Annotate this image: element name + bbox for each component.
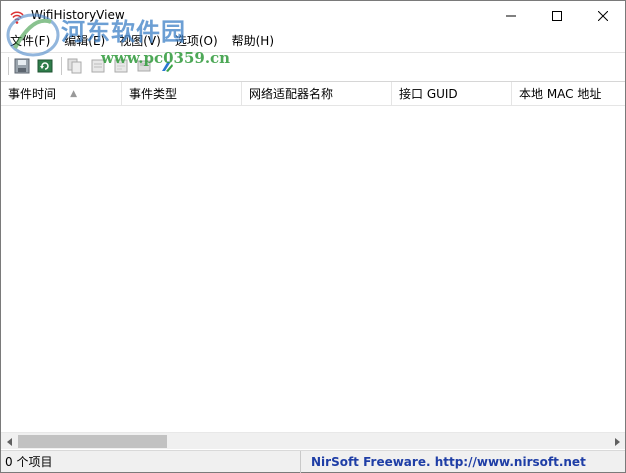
status-bar: 0 个项目 NirSoft Freeware. http://www.nirso…: [1, 450, 625, 473]
menu-file[interactable]: 文件(F): [3, 31, 57, 51]
toolbar: [1, 52, 625, 79]
column-label: 接口 GUID: [399, 87, 458, 101]
html-report-button[interactable]: [111, 56, 131, 76]
title-bar[interactable]: WifiHistoryView: [1, 1, 625, 31]
close-icon: [598, 11, 608, 21]
chevron-left-icon: [6, 437, 12, 446]
item-count: 0 个项目: [1, 450, 301, 473]
refresh-icon: [37, 59, 53, 73]
minimize-icon: [506, 15, 516, 17]
maximize-button[interactable]: [534, 1, 580, 31]
scroll-thumb[interactable]: [18, 435, 167, 448]
exit-button[interactable]: [157, 56, 177, 76]
horizontal-scrollbar[interactable]: [1, 432, 625, 449]
copy-button[interactable]: [65, 56, 85, 76]
toolbar-separator: [61, 57, 62, 75]
save-icon: [14, 58, 30, 74]
menu-bar: 文件(F) 编辑(E) 视图(V) 选项(O) 帮助(H): [1, 31, 625, 51]
options-button[interactable]: [134, 56, 154, 76]
menu-edit[interactable]: 编辑(E): [57, 31, 112, 51]
event-list[interactable]: 事件时间 ▲ 事件类型 网络适配器名称 接口 GUID 本地 MAC 地址: [1, 81, 625, 432]
html-report-icon: [114, 59, 128, 73]
save-button[interactable]: [12, 56, 32, 76]
menu-view[interactable]: 视图(V): [112, 31, 168, 51]
exit-icon: [162, 61, 173, 72]
column-label: 网络适配器名称: [249, 87, 334, 101]
properties-button[interactable]: [88, 56, 108, 76]
minimize-button[interactable]: [488, 1, 534, 31]
maximize-icon: [552, 11, 562, 21]
column-label: 本地 MAC 地址: [519, 87, 602, 101]
menu-options[interactable]: 选项(O): [168, 31, 225, 51]
window-title: WifiHistoryView: [31, 8, 125, 22]
app-window: WifiHistoryView 文件(F) 编辑(E) 视图(V) 选项(O) …: [0, 0, 626, 473]
refresh-button[interactable]: [35, 56, 55, 76]
options-icon: [137, 60, 151, 72]
toolbar-separator: [8, 57, 9, 75]
column-label: 事件类型: [129, 87, 178, 101]
list-header: 事件时间 ▲ 事件类型 网络适配器名称 接口 GUID 本地 MAC 地址: [1, 82, 625, 106]
sort-ascending-icon: ▲: [70, 89, 77, 99]
properties-icon: [91, 59, 105, 73]
close-button[interactable]: [580, 1, 626, 31]
column-header-event-type[interactable]: 事件类型: [122, 82, 242, 106]
copy-icon: [67, 58, 82, 74]
nirsoft-link[interactable]: NirSoft Freeware. http://www.nirsoft.net: [301, 451, 586, 473]
column-header-adapter-name[interactable]: 网络适配器名称: [242, 82, 392, 106]
column-label: 事件时间: [8, 87, 57, 101]
menu-help[interactable]: 帮助(H): [225, 31, 281, 51]
chevron-right-icon: [614, 437, 620, 446]
scroll-right-button[interactable]: [608, 433, 625, 450]
wifi-app-icon: [9, 9, 25, 25]
column-header-interface-guid[interactable]: 接口 GUID: [392, 82, 512, 106]
scroll-left-button[interactable]: [1, 433, 18, 450]
column-header-local-mac[interactable]: 本地 MAC 地址: [512, 82, 625, 106]
column-header-event-time[interactable]: 事件时间 ▲: [1, 82, 122, 106]
